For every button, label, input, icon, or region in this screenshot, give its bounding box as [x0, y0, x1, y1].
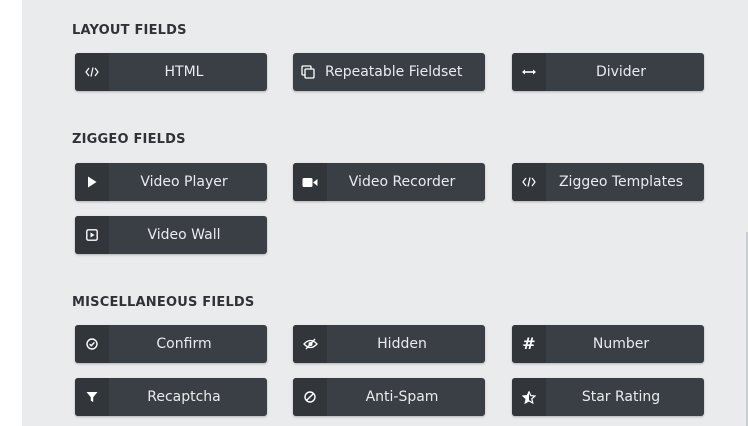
ban-icon — [293, 378, 327, 416]
confirm-field-button[interactable]: Confirm — [75, 325, 267, 363]
star-rating-field-button[interactable]: Star Rating — [512, 378, 704, 416]
divider-field-label: Divider — [595, 64, 647, 80]
play-icon — [75, 163, 109, 201]
star-rating-field-label: Star Rating — [581, 389, 661, 405]
number-field-label: Number — [592, 336, 650, 352]
html-field-label: HTML — [164, 64, 204, 80]
video-player-label: Video Player — [140, 174, 228, 190]
filter-icon — [75, 378, 109, 416]
section-title-miscellaneous-fields: MISCELLANEOUS FIELDS — [72, 295, 255, 310]
section-title-layout-fields: LAYOUT FIELDS — [72, 23, 187, 38]
video-wall-button[interactable]: Video Wall — [75, 216, 267, 254]
hidden-field-label: Hidden — [377, 336, 427, 352]
ziggeo-templates-label: Ziggeo Templates — [558, 174, 684, 190]
field-palette-panel: LAYOUT FIELDS HTML Repeatable Fieldset D… — [22, 0, 748, 426]
hash-icon: # — [512, 325, 546, 363]
code-icon — [512, 163, 546, 201]
html-field-button[interactable]: HTML — [75, 53, 267, 91]
repeatable-fieldset-button[interactable]: Repeatable Fieldset — [293, 53, 485, 91]
repeatable-fieldset-label: Repeatable Fieldset — [325, 64, 463, 80]
video-recorder-button[interactable]: Video Recorder — [293, 163, 485, 201]
star-half-icon — [512, 378, 546, 416]
number-field-button[interactable]: # Number — [512, 325, 704, 363]
video-player-button[interactable]: Video Player — [75, 163, 267, 201]
hidden-field-button[interactable]: Hidden — [293, 325, 485, 363]
section-title-ziggeo-fields: ZIGGEO FIELDS — [72, 132, 186, 147]
video-camera-icon — [293, 163, 327, 201]
copy-icon — [293, 53, 323, 91]
ziggeo-templates-button[interactable]: Ziggeo Templates — [512, 163, 704, 201]
divider-field-button[interactable]: Divider — [512, 53, 704, 91]
code-icon — [75, 53, 109, 91]
eye-slash-icon — [293, 325, 327, 363]
recaptcha-field-button[interactable]: Recaptcha — [75, 378, 267, 416]
video-recorder-label: Video Recorder — [348, 174, 456, 190]
horizontal-arrows-icon — [512, 53, 546, 91]
confirm-field-label: Confirm — [156, 336, 212, 352]
video-wall-label: Video Wall — [147, 227, 221, 243]
anti-spam-field-button[interactable]: Anti-Spam — [293, 378, 485, 416]
anti-spam-field-label: Anti-Spam — [365, 389, 439, 405]
check-circle-icon — [75, 325, 109, 363]
play-square-icon — [75, 216, 109, 254]
recaptcha-field-label: Recaptcha — [147, 389, 221, 405]
